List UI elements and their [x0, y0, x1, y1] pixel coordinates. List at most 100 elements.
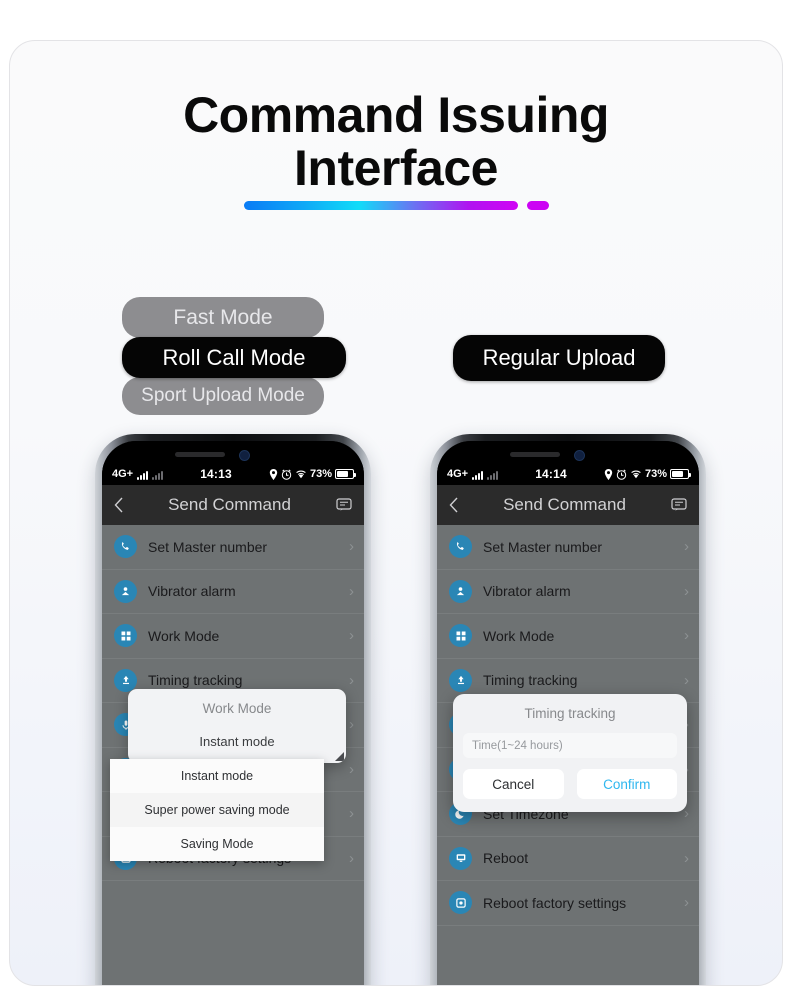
signal-bars-dim-icon	[152, 470, 164, 480]
title-underline-dash	[526, 201, 549, 210]
list-item[interactable]: Set Master number ›	[102, 525, 364, 570]
alarm-icon	[281, 469, 292, 480]
list-item[interactable]: Work Mode ›	[102, 614, 364, 659]
title-underline	[10, 201, 782, 210]
navbar-title-left: Send Command	[168, 495, 291, 514]
title-underline-gradient-bar	[243, 201, 518, 210]
work-mode-dropdown[interactable]: Instant mode Super power saving mode Sav…	[110, 759, 324, 861]
chevron-right-icon: ›	[684, 582, 689, 600]
vibrate-person-icon	[449, 579, 472, 603]
chevron-right-icon: ›	[684, 849, 689, 867]
timing-tracking-dialog: Timing tracking Time(1~24 hours) Cancel …	[453, 694, 687, 812]
upload-icon	[114, 668, 137, 692]
phone-screen-right: 4G+ 14:14 73% Send Command Set Master nu…	[437, 441, 699, 985]
content-card: Command Issuing Interface Fast Mode Roll…	[9, 40, 783, 986]
back-button-right[interactable]	[449, 497, 458, 513]
signal-bars-dim-icon	[487, 470, 499, 480]
list-item-label: Set Master number	[483, 538, 603, 555]
mode-pill-regular-upload[interactable]: Regular Upload	[453, 335, 665, 381]
cancel-button[interactable]: Cancel	[463, 769, 564, 799]
network-type-label: 4G+	[112, 468, 134, 480]
monitor-icon	[449, 846, 472, 870]
signal-bars-icon	[137, 470, 149, 480]
chevron-right-icon: ›	[684, 538, 689, 556]
vibrate-person-icon	[114, 579, 137, 603]
dropdown-option-instant-mode[interactable]: Instant mode	[110, 759, 324, 793]
alarm-icon	[616, 469, 627, 480]
phone-mockup-right: 4G+ 14:14 73% Send Command Set Master nu…	[430, 434, 706, 985]
status-bar-right: 4G+ 14:14 73%	[437, 463, 699, 485]
front-camera-icon	[239, 450, 250, 461]
status-left-group: 4G+	[112, 468, 164, 480]
chevron-right-icon: ›	[349, 627, 354, 645]
network-type-label: 4G+	[447, 468, 469, 480]
list-item-label: Vibrator alarm	[483, 583, 571, 600]
chevron-left-icon	[114, 497, 123, 513]
chevron-right-icon: ›	[349, 849, 354, 867]
chevron-right-icon: ›	[349, 716, 354, 734]
battery-percent-label: 73%	[309, 468, 332, 480]
timing-tracking-actions: Cancel Confirm	[463, 769, 677, 799]
message-button-right[interactable]	[671, 498, 687, 512]
phone-screen-left: 4G+ 14:13 73% Send Command Set Master nu…	[102, 441, 364, 985]
list-item[interactable]: Work Mode ›	[437, 614, 699, 659]
timing-tracking-dialog-title: Timing tracking	[524, 706, 616, 721]
dropdown-option-super-power-saving-mode[interactable]: Super power saving mode	[110, 793, 324, 827]
list-item[interactable]: Vibrator alarm ›	[102, 570, 364, 614]
list-item[interactable]: Set Master number ›	[437, 525, 699, 570]
list-item-label: Work Mode	[483, 627, 555, 644]
chevron-right-icon: ›	[349, 760, 354, 778]
status-left-group: 4G+	[447, 468, 499, 480]
battery-icon	[670, 469, 691, 479]
dropdown-option-saving-mode[interactable]: Saving Mode	[110, 827, 324, 861]
battery-percent-label: 73%	[644, 468, 667, 480]
list-item[interactable]: Reboot ›	[437, 837, 699, 881]
chevron-right-icon: ›	[349, 582, 354, 600]
mode-pill-sport-upload[interactable]: Sport Upload Mode	[122, 377, 324, 415]
chevron-right-icon: ›	[349, 805, 354, 823]
mode-pill-fast[interactable]: Fast Mode	[122, 297, 324, 338]
navbar-right: Send Command	[437, 485, 699, 525]
list-item-label: Timing tracking	[483, 672, 578, 689]
list-item-label: Timing tracking	[148, 672, 243, 689]
status-bar-left: 4G+ 14:13 73%	[102, 463, 364, 485]
page-title: Command Issuing Interface	[10, 89, 782, 195]
dropdown-caret-icon	[335, 752, 344, 761]
page-title-line1: Command Issuing	[183, 87, 609, 143]
status-clock: 14:14	[535, 467, 567, 481]
chevron-right-icon: ›	[349, 671, 354, 689]
timing-tracking-input[interactable]: Time(1~24 hours)	[463, 733, 677, 758]
battery-icon	[335, 469, 356, 479]
phone-icon	[449, 535, 472, 559]
list-item-label: Work Mode	[148, 627, 220, 644]
navbar-title-right: Send Command	[503, 495, 626, 514]
back-button-left[interactable]	[114, 497, 123, 513]
list-item-label: Vibrator alarm	[148, 583, 236, 600]
work-mode-select[interactable]: Instant mode	[128, 726, 346, 763]
work-mode-dialog: Work Mode Instant mode	[128, 689, 346, 763]
phone-mockup-left: 4G+ 14:13 73% Send Command Set Master nu…	[95, 434, 371, 985]
upload-icon	[449, 668, 472, 692]
wifi-icon	[631, 470, 641, 479]
mode-pill-roll-call[interactable]: Roll Call Mode	[122, 337, 346, 378]
chevron-right-icon: ›	[349, 538, 354, 556]
list-item-label: Reboot	[483, 850, 529, 867]
earpiece-speaker-icon	[175, 452, 225, 457]
phone-icon	[114, 535, 137, 559]
chevron-right-icon: ›	[684, 894, 689, 912]
message-icon	[671, 498, 687, 511]
page-root: Command Issuing Interface Fast Mode Roll…	[0, 0, 790, 994]
list-item-label: Reboot factory settings	[483, 894, 627, 911]
confirm-button[interactable]: Confirm	[576, 769, 677, 799]
work-mode-select-value: Instant mode	[199, 734, 275, 749]
signal-bars-icon	[472, 470, 484, 480]
list-item[interactable]: Reboot factory settings ›	[437, 881, 699, 926]
grid-icon	[114, 624, 137, 648]
list-item[interactable]: Vibrator alarm ›	[437, 570, 699, 614]
location-icon	[604, 468, 613, 480]
message-icon	[336, 498, 352, 511]
grid-icon	[449, 624, 472, 648]
chevron-left-icon	[449, 497, 458, 513]
work-mode-dialog-title: Work Mode	[202, 701, 272, 716]
message-button-left[interactable]	[336, 498, 352, 512]
